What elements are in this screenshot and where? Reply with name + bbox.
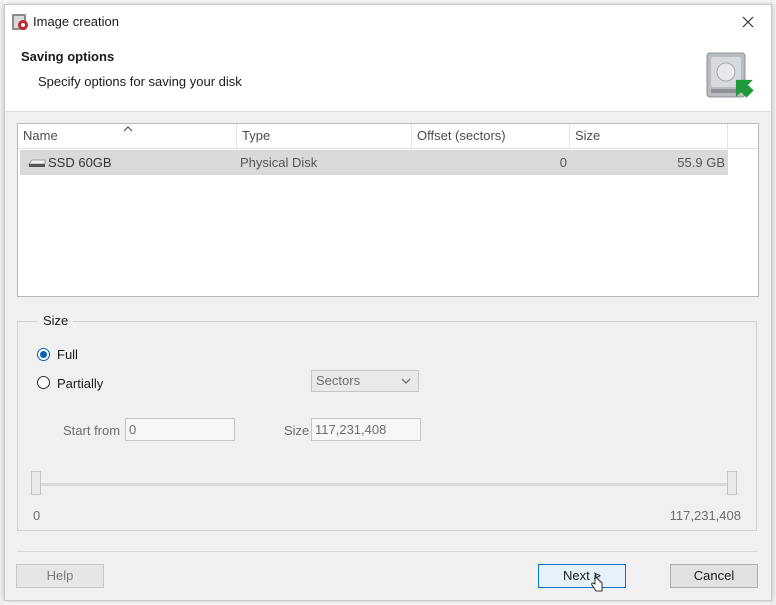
full-radio[interactable] (37, 348, 50, 361)
image-creation-icon (12, 14, 28, 30)
header-title: Saving options (21, 49, 115, 64)
header-subtitle: Specify options for saving your disk (38, 74, 242, 89)
sort-ascending-icon (123, 126, 133, 132)
column-size[interactable]: Size (570, 124, 728, 148)
row-name: SSD 60GB (48, 155, 112, 170)
range-end-thumb[interactable] (727, 471, 737, 495)
row-type: Physical Disk (240, 155, 318, 170)
chevron-down-icon (401, 378, 411, 384)
help-button[interactable]: Help (16, 564, 104, 588)
start-from-input[interactable]: 0 (125, 418, 235, 441)
mouse-cursor-icon (591, 574, 603, 592)
full-label[interactable]: Full (57, 347, 78, 362)
image-creation-dialog: Image creation Saving options Specify op… (4, 4, 772, 601)
range-max-label: 117,231,408 (669, 508, 741, 523)
size-field-label: Size (284, 423, 310, 438)
column-type[interactable]: Type (237, 124, 412, 148)
range-start-thumb[interactable] (31, 471, 41, 495)
start-from-label: Start from (63, 423, 121, 438)
disk-icon (28, 159, 46, 167)
close-icon (742, 16, 754, 28)
size-group-legend: Size (38, 313, 74, 328)
footer-divider (17, 551, 757, 552)
disk-save-icon (706, 52, 754, 98)
next-button[interactable]: Next > (538, 564, 626, 588)
partially-label[interactable]: Partially (57, 376, 103, 391)
row-size: 55.9 GB (677, 155, 725, 170)
range-min-label: 0 (33, 508, 41, 523)
range-slider-track[interactable] (31, 483, 737, 486)
table-row[interactable]: SSD 60GB Physical Disk 0 55.9 GB (20, 150, 728, 175)
disk-list[interactable]: Name Type Offset (sectors) Size SSD 60GB… (17, 123, 759, 297)
list-header: Name Type Offset (sectors) Size (18, 124, 758, 149)
cancel-button[interactable]: Cancel (670, 564, 758, 588)
wizard-header: Saving options Specify options for savin… (5, 39, 771, 112)
close-button[interactable] (725, 5, 771, 39)
title-bar: Image creation (5, 5, 771, 39)
column-offset[interactable]: Offset (sectors) (412, 124, 570, 148)
unit-select-value: Sectors (316, 373, 361, 388)
row-offset: 0 (559, 155, 567, 170)
unit-select[interactable]: Sectors (311, 370, 419, 392)
size-input[interactable]: 117,231,408 (311, 418, 421, 441)
partially-radio[interactable] (37, 376, 50, 389)
window-title: Image creation (33, 14, 119, 29)
